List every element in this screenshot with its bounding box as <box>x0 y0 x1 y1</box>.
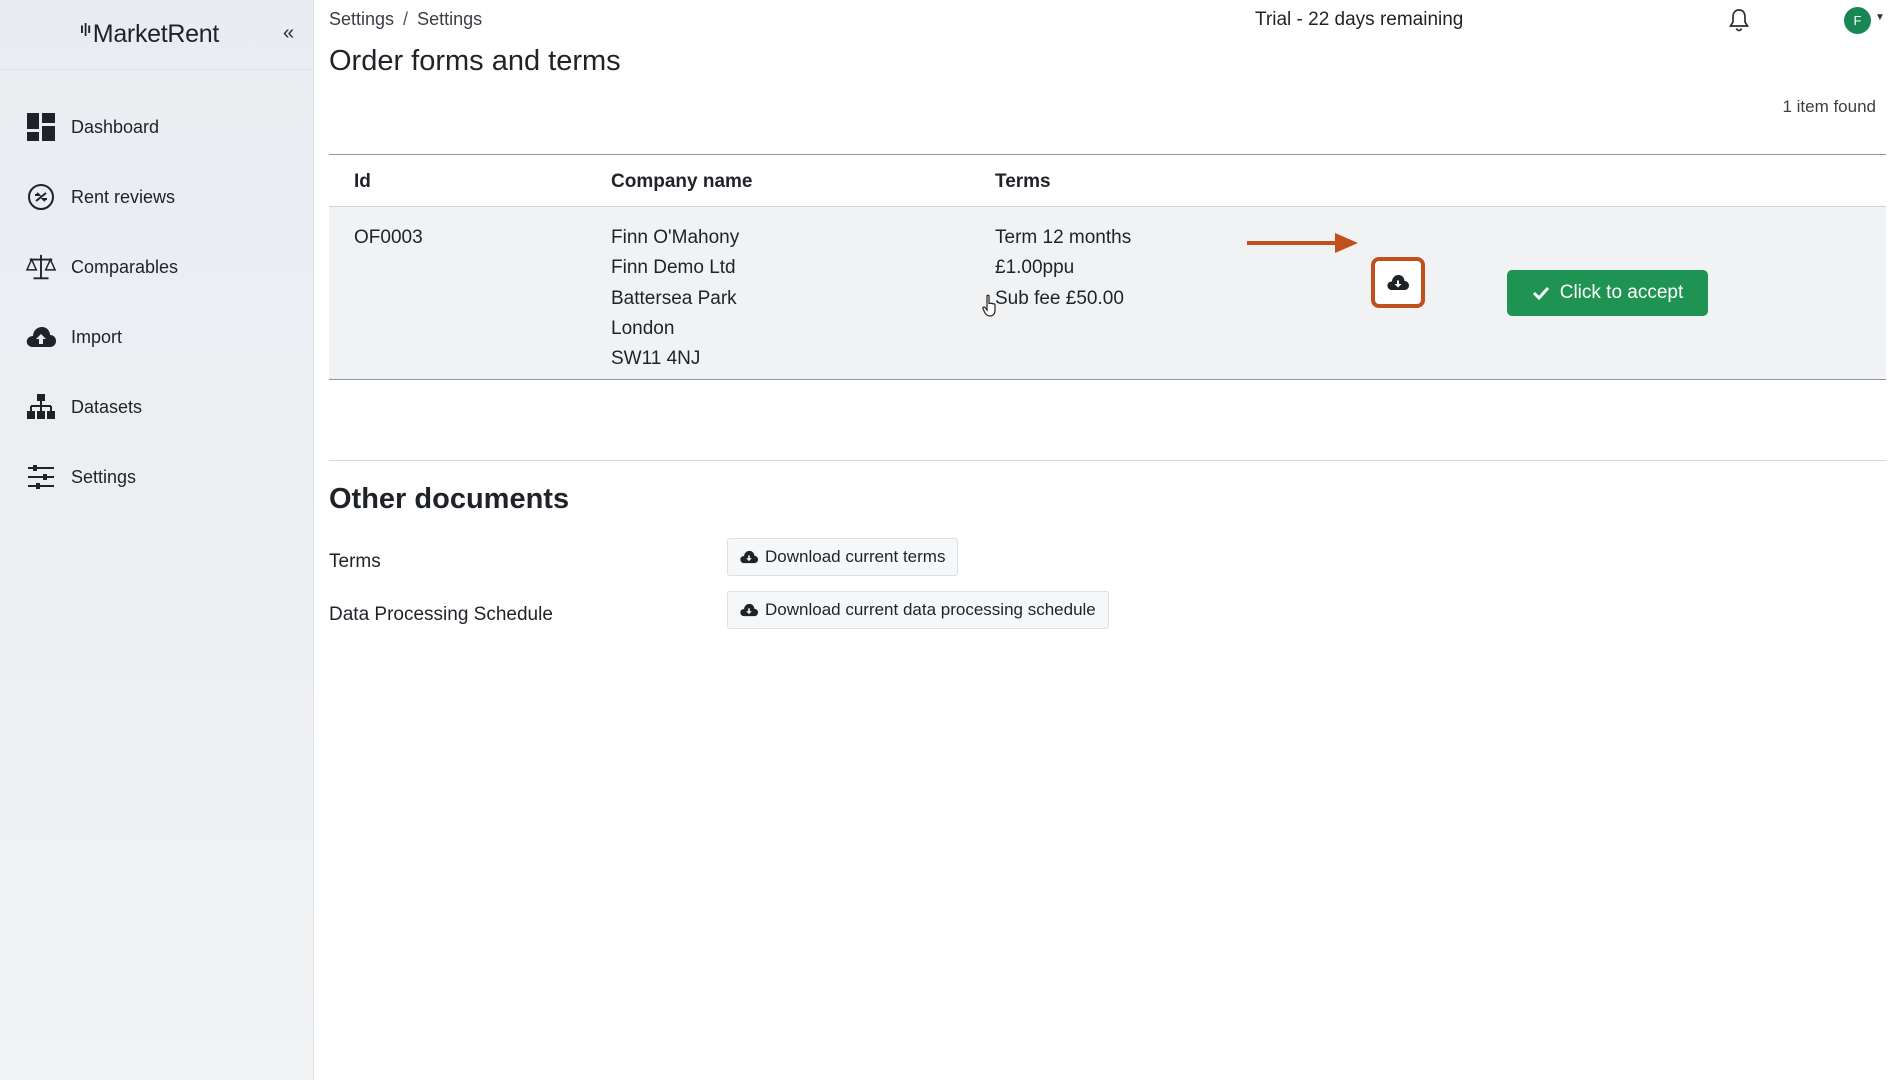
cloud-download-icon <box>740 550 758 564</box>
accept-order-button[interactable]: Click to accept <box>1507 270 1708 316</box>
download-data-processing-label: Download current data processing schedul… <box>765 600 1096 619</box>
sidebar-item-label: Rent reviews <box>71 186 176 207</box>
terms-line: Term 12 months <box>995 227 1132 248</box>
chevron-down-icon[interactable]: ▼ <box>1875 12 1885 23</box>
brand-name: MarketRent <box>92 20 220 48</box>
highlight-arrow-icon <box>1247 231 1359 260</box>
brand-area: ı|ıMarketRent « <box>0 0 314 70</box>
brand-logo[interactable]: ı|ıMarketRent <box>80 20 219 49</box>
sidebar-item-label: Settings <box>71 466 137 487</box>
sidebar-item-rent-reviews[interactable]: Rent reviews <box>0 162 314 232</box>
other-documents-title: Other documents <box>329 483 570 515</box>
sidebar-nav: Dashboard Rent reviews Comparables Impor… <box>0 92 314 512</box>
terms-line: Sub fee £50.00 <box>995 287 1124 309</box>
notifications-bell-icon[interactable] <box>1728 8 1750 37</box>
sidebar-item-label: Dashboard <box>71 116 160 137</box>
sidebar-item-settings[interactable]: Settings <box>0 442 314 512</box>
company-line: Finn O'Mahony <box>611 227 740 248</box>
hand-cursor-icon <box>982 294 1000 323</box>
company-line: Battersea Park <box>611 287 737 309</box>
sidebar-item-comparables[interactable]: Comparables <box>0 232 314 302</box>
column-header-terms: Terms <box>995 171 1051 192</box>
row-id: OF0003 <box>354 227 423 248</box>
sidebar-item-import[interactable]: Import <box>0 302 314 372</box>
breadcrumb: Settings / Settings <box>329 9 482 30</box>
terms-line: £1.00ppu <box>995 257 1075 279</box>
section-divider <box>329 460 1886 461</box>
company-line: SW11 4NJ <box>611 348 701 370</box>
download-order-form-button[interactable] <box>1371 257 1425 308</box>
rent-reviews-icon <box>26 182 56 212</box>
collapse-sidebar-button[interactable]: « <box>283 22 294 45</box>
breadcrumb-item[interactable]: Settings <box>329 9 394 29</box>
user-avatar[interactable]: F <box>1844 7 1871 34</box>
table-header: Id Company name Terms <box>329 154 1886 207</box>
column-header-company: Company name <box>611 171 753 192</box>
order-forms-table: Id Company name Terms OF0003 Finn O'Maho… <box>329 154 1886 380</box>
logo-mark-icon: ı|ı <box>80 20 91 36</box>
breadcrumb-item-current: Settings <box>417 9 483 29</box>
item-count: 1 item found <box>1782 97 1876 116</box>
sidebar-item-label: Import <box>71 326 123 347</box>
download-terms-label: Download current terms <box>765 547 946 566</box>
download-data-processing-button[interactable]: Download current data processing schedul… <box>727 591 1109 629</box>
doc-label-terms: Terms <box>329 551 381 572</box>
row-company: Finn O'Mahony Finn Demo Ltd Battersea Pa… <box>611 223 739 374</box>
cloud-upload-icon <box>26 322 56 352</box>
sidebar-item-label: Comparables <box>71 256 179 277</box>
page-title: Order forms and terms <box>329 45 621 77</box>
trial-status: Trial - 22 days remaining <box>1255 9 1464 30</box>
cloud-download-icon <box>740 603 758 617</box>
company-line: London <box>611 317 675 339</box>
company-line: Finn Demo Ltd <box>611 257 736 279</box>
sidebar-item-dashboard[interactable]: Dashboard <box>0 92 314 162</box>
check-icon <box>1532 286 1550 300</box>
cloud-download-icon <box>1387 274 1409 291</box>
dashboard-icon <box>26 112 56 142</box>
sidebar: ı|ıMarketRent « Dashboard Rent reviews C… <box>0 0 314 1080</box>
download-terms-button[interactable]: Download current terms <box>727 538 959 576</box>
scales-icon <box>26 252 56 282</box>
sidebar-item-label: Datasets <box>71 396 143 417</box>
row-terms: Term 12 months £1.00ppu Sub fee £50.00 <box>995 223 1131 314</box>
doc-label-data-processing: Data Processing Schedule <box>329 604 553 625</box>
sidebar-item-datasets[interactable]: Datasets <box>0 372 314 442</box>
sliders-icon <box>26 462 56 492</box>
sitemap-icon <box>26 392 56 422</box>
table-row: OF0003 Finn O'Mahony Finn Demo Ltd Batte… <box>329 207 1886 380</box>
column-header-id: Id <box>354 171 371 192</box>
accept-button-label: Click to accept <box>1559 282 1684 303</box>
breadcrumb-separator: / <box>403 9 409 29</box>
